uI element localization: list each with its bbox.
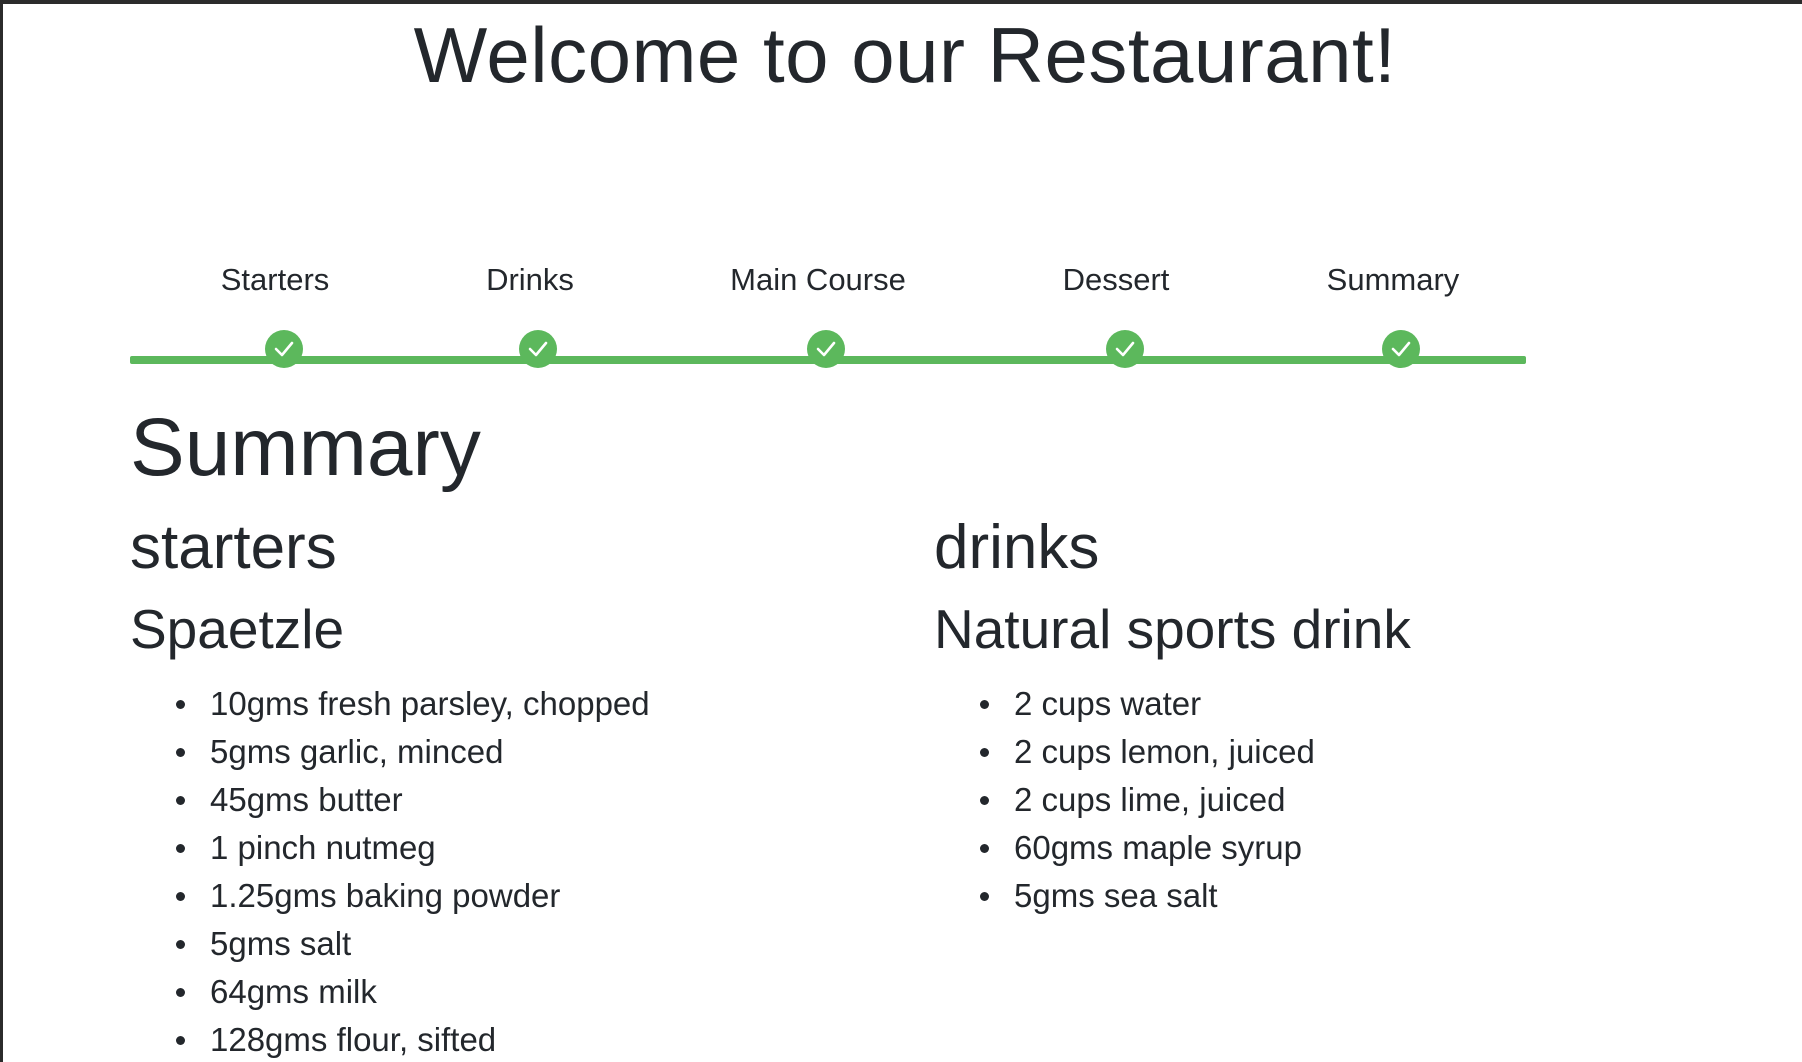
ingredient-text: 60gms maple syrup bbox=[1014, 829, 1302, 866]
bullet-icon bbox=[176, 796, 185, 805]
check-icon bbox=[265, 330, 303, 368]
ingredient-list: 10gms fresh parsley, chopped 5gms garlic… bbox=[130, 680, 890, 1062]
step-label: Summary bbox=[1326, 262, 1460, 297]
bullet-icon bbox=[176, 940, 185, 949]
ingredient-text: 5gms sea salt bbox=[1014, 877, 1218, 914]
ingredient-text: 1 pinch nutmeg bbox=[210, 829, 436, 866]
bullet-icon bbox=[980, 748, 989, 757]
ingredient-text: 128gms flour, sifted bbox=[210, 1021, 497, 1058]
bullet-icon bbox=[980, 844, 989, 853]
list-item: 5gms salt bbox=[130, 920, 890, 968]
category-title: drinks bbox=[934, 513, 1100, 582]
bullet-icon bbox=[176, 988, 185, 997]
list-item: 1 pinch nutmeg bbox=[130, 824, 890, 872]
ingredient-text: 1.25gms baking powder bbox=[210, 877, 561, 914]
check-icon bbox=[1106, 330, 1144, 368]
list-item: 128gms flour, sifted bbox=[130, 1016, 890, 1062]
list-item: 64gms milk bbox=[130, 968, 890, 1016]
ingredient-text: 2 cups water bbox=[1014, 685, 1202, 722]
page-title: Welcome to our Restaurant! bbox=[413, 11, 1397, 99]
ingredient-text: 64gms milk bbox=[210, 973, 377, 1010]
bullet-icon bbox=[980, 892, 989, 901]
bullet-icon bbox=[176, 748, 185, 757]
list-item: 5gms sea salt bbox=[934, 872, 1694, 920]
summary-heading: Summary bbox=[130, 402, 481, 493]
ingredient-text: 5gms salt bbox=[210, 925, 352, 962]
ingredient-text: 10gms fresh parsley, chopped bbox=[210, 685, 650, 722]
bullet-icon bbox=[980, 700, 989, 709]
window-left-border bbox=[0, 0, 3, 1062]
list-item: 60gms maple syrup bbox=[934, 824, 1694, 872]
ingredient-text: 45gms butter bbox=[210, 781, 403, 818]
step-label: Main Course bbox=[730, 262, 906, 297]
bullet-icon bbox=[176, 844, 185, 853]
summary-section-drinks: drinks Natural sports drink 2 cups water… bbox=[934, 508, 1694, 920]
bullet-icon bbox=[176, 700, 185, 709]
list-item: 45gms butter bbox=[130, 776, 890, 824]
ingredient-text: 2 cups lemon, juiced bbox=[1014, 733, 1315, 770]
category-title: starters bbox=[130, 513, 337, 582]
summary-section-starters: starters Spaetzle 10gms fresh parsley, c… bbox=[130, 508, 890, 1062]
check-icon bbox=[807, 330, 845, 368]
check-icon bbox=[1382, 330, 1420, 368]
ingredient-list: 2 cups water 2 cups lemon, juiced 2 cups… bbox=[934, 680, 1694, 920]
ingredient-text: 5gms garlic, minced bbox=[210, 733, 504, 770]
dish-name: Spaetzle bbox=[130, 598, 345, 660]
bullet-icon bbox=[176, 892, 185, 901]
list-item: 2 cups lemon, juiced bbox=[934, 728, 1694, 776]
bullet-icon bbox=[980, 796, 989, 805]
step-label: Starters bbox=[220, 262, 330, 297]
list-item: 1.25gms baking powder bbox=[130, 872, 890, 920]
dish-name: Natural sports drink bbox=[934, 598, 1411, 660]
check-icon bbox=[519, 330, 557, 368]
bullet-icon bbox=[176, 1036, 185, 1045]
list-item: 5gms garlic, minced bbox=[130, 728, 890, 776]
list-item: 2 cups lime, juiced bbox=[934, 776, 1694, 824]
list-item: 10gms fresh parsley, chopped bbox=[130, 680, 890, 728]
order-progress-stepper: Starters Drinks Main Course Dessert Summ… bbox=[130, 260, 1526, 370]
ingredient-text: 2 cups lime, juiced bbox=[1014, 781, 1286, 818]
step-label: Drinks bbox=[486, 262, 574, 297]
list-item: 2 cups water bbox=[934, 680, 1694, 728]
window-top-border bbox=[0, 0, 1802, 4]
step-label: Dessert bbox=[1062, 262, 1170, 297]
